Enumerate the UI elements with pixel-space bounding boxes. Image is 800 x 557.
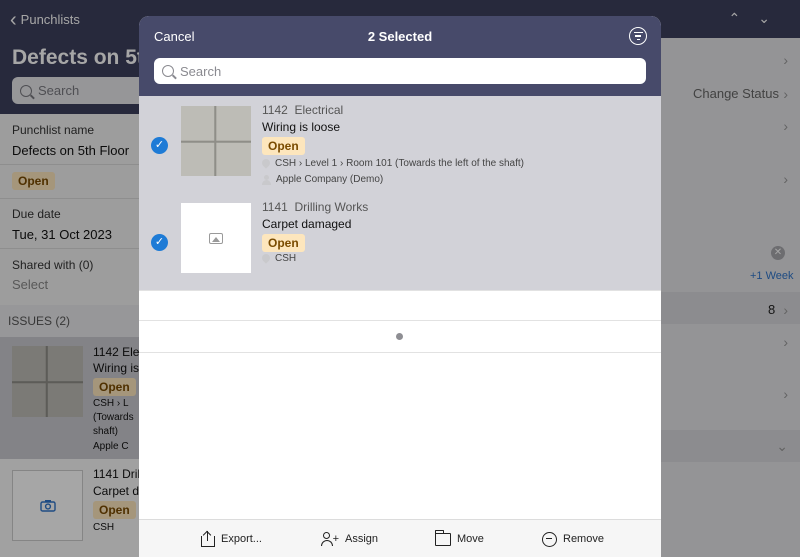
filter-icon[interactable] (629, 27, 647, 45)
minus-circle-icon (542, 531, 557, 547)
bulk-action-toolbar: Export... + Assign Move Remove (139, 519, 661, 557)
status-badge: Open (262, 137, 305, 155)
issue-title: Wiring is loose (262, 120, 341, 134)
issue-photo (181, 106, 251, 176)
issue-location: CSH › Level 1 › Room 101 (Towards the le… (262, 158, 524, 169)
status-badge: Open (262, 234, 305, 252)
image-placeholder (181, 203, 251, 273)
folder-icon (434, 529, 451, 546)
bulk-selection-sheet: Cancel 2 Selected ✓ 1142 Electrical Wiri… (139, 16, 661, 557)
issue-company: Apple Company (Demo) (262, 174, 383, 185)
person-icon (262, 174, 271, 185)
assign-button[interactable]: + Assign (321, 520, 378, 557)
export-button[interactable]: Export... (201, 520, 262, 557)
list-item[interactable]: ✓ 1142 Electrical Wiring is loose Open C… (139, 96, 661, 193)
move-button[interactable]: Move (434, 520, 484, 557)
search-field[interactable] (154, 58, 646, 84)
issue-title: Carpet damaged (262, 217, 352, 231)
location-pin-icon (262, 159, 270, 169)
issue-list: ✓ 1142 Electrical Wiring is loose Open C… (139, 96, 661, 290)
checkmark-icon[interactable]: ✓ (151, 137, 168, 154)
issue-location: CSH (262, 253, 296, 264)
divider (139, 352, 661, 353)
page-indicator (396, 333, 403, 340)
empty-row (139, 290, 661, 320)
add-person-icon: + (321, 531, 339, 547)
checkmark-icon[interactable]: ✓ (151, 234, 168, 251)
search-icon (162, 65, 174, 77)
sheet-header: Cancel 2 Selected (139, 16, 661, 96)
selection-count-title: 2 Selected (367, 29, 433, 44)
location-pin-icon (262, 254, 270, 264)
search-input[interactable] (180, 63, 620, 79)
remove-button[interactable]: Remove (542, 520, 604, 557)
share-icon (201, 530, 215, 547)
issue-number-category: 1142 Electrical (262, 103, 344, 117)
issue-number-category: 1141 Drilling Works (262, 200, 369, 214)
image-icon (209, 232, 223, 244)
list-item[interactable]: ✓ 1141 Drilling Works Carpet damaged Ope… (139, 193, 661, 290)
